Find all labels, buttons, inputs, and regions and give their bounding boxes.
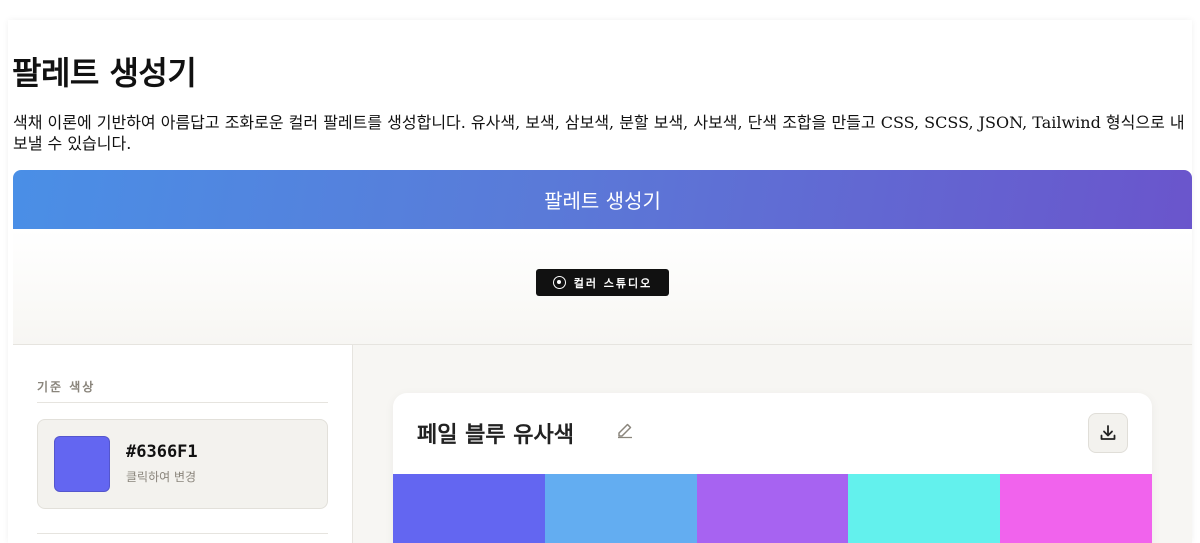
studio-badge-label: 컬러 스튜디오	[573, 276, 653, 290]
palette-card: 페일 블루 유사색	[393, 393, 1152, 543]
sidebar-divider	[37, 533, 328, 534]
color-studio-badge: 컬러 스튜디오	[536, 269, 669, 296]
palette-name: 페일 블루 유사색	[417, 423, 574, 448]
header-banner: 팔레트 생성기	[13, 170, 1192, 229]
palette-swatch[interactable]	[1000, 474, 1152, 543]
palette-swatch[interactable]	[393, 474, 545, 543]
page-title: 팔레트 생성기	[12, 54, 197, 92]
palette-swatch[interactable]	[696, 474, 849, 543]
app-container: 팔레트 생성기 색채 이론에 기반하여 아름답고 조화로운 컬러 팔레트를 생성…	[8, 20, 1192, 543]
main-area: 페일 블루 유사색	[353, 345, 1192, 543]
base-color-hex: #6366F1	[126, 442, 198, 462]
sidebar: 기준 색상 #6366F1 클릭하여 변경	[13, 345, 353, 543]
download-icon	[1100, 425, 1116, 440]
base-color-swatch[interactable]	[54, 436, 110, 492]
studio-strip: 컬러 스튜디오	[13, 229, 1192, 345]
target-icon	[552, 276, 566, 289]
download-button[interactable]	[1088, 413, 1128, 453]
sidebar-divider	[37, 402, 328, 403]
page-description: 색채 이론에 기반하여 아름답고 조화로운 컬러 팔레트를 생성합니다. 유사색…	[13, 113, 1185, 153]
base-color-hint: 클릭하여 변경	[126, 470, 197, 484]
palette-swatch[interactable]	[848, 474, 1001, 543]
base-color-heading: 기준 색상	[37, 380, 96, 394]
base-color-picker[interactable]: #6366F1 클릭하여 변경	[37, 419, 328, 509]
palette-swatch[interactable]	[544, 474, 697, 543]
edit-icon[interactable]	[616, 421, 634, 439]
banner-title: 팔레트 생성기	[544, 189, 661, 213]
swatch-row	[393, 474, 1152, 543]
